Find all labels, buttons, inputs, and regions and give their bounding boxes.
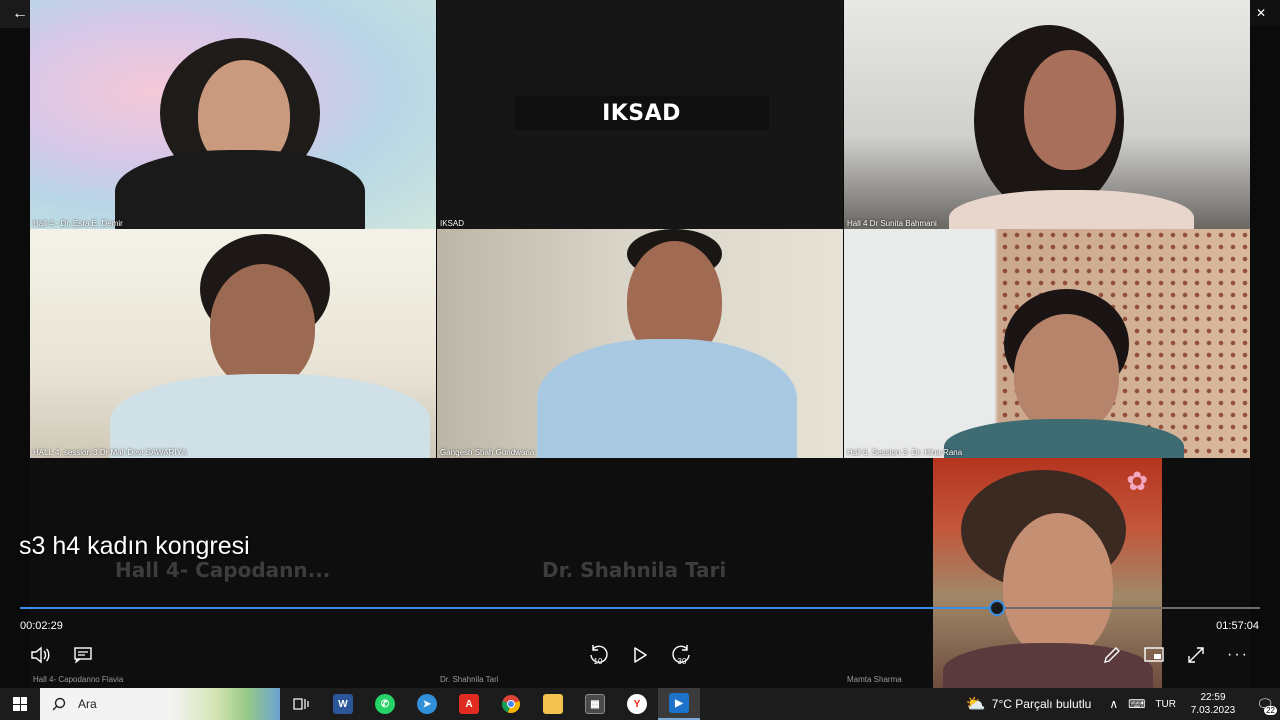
taskbar-calculator[interactable]: ▦ — [574, 688, 616, 720]
calculator-icon: ▦ — [585, 694, 605, 714]
face-shape — [1014, 314, 1119, 434]
forward-30-button[interactable]: 30 — [668, 641, 696, 669]
face-shape — [210, 264, 315, 389]
search-highlight-image — [170, 688, 280, 720]
fullscreen-icon — [1188, 647, 1204, 663]
edit-button[interactable] — [1098, 641, 1126, 669]
windows-taskbar: Ara W ✆ ➤ A ▦ Y ▶ ⛅ 7°C Parçalı bulutlu … — [0, 688, 1280, 720]
more-options-button[interactable]: ··· — [1224, 641, 1252, 669]
chrome-icon — [501, 695, 521, 714]
body-shape — [115, 150, 365, 229]
participant-name: Hall 4- Capodanno Flavia — [33, 675, 124, 684]
ghost-participant-name: Dr. Shahnila Tari — [542, 558, 727, 582]
participant-name: Hall 4 - Dr. Esra E. Demir — [33, 219, 123, 228]
participant-name: HALL 4, session 3 Dr Mali Devi SAWARIYA — [33, 448, 187, 457]
taskbar-word[interactable]: W — [322, 688, 364, 720]
fullscreen-button[interactable] — [1182, 641, 1210, 669]
ellipsis-icon: ··· — [1227, 646, 1249, 663]
participant-name: Dr. Shahnila Tari — [440, 675, 499, 684]
keyboard-icon[interactable]: ⌨ — [1128, 697, 1145, 711]
video-tile-sunita-bahmani: Hall 4 Dr Sunita Bahmani — [844, 0, 1250, 229]
taskbar-telegram[interactable]: ➤ — [406, 688, 448, 720]
video-tile-iksad: IKSAD IKSAD — [437, 0, 843, 229]
subtitles-button[interactable] — [69, 641, 97, 669]
volume-icon — [31, 646, 50, 664]
pencil-icon — [1104, 647, 1120, 663]
task-view-icon — [293, 698, 309, 710]
start-button[interactable] — [0, 688, 40, 720]
current-time: 00:02:29 — [20, 620, 63, 632]
play-icon — [634, 647, 647, 663]
taskbar-media-player[interactable]: ▶ — [658, 688, 700, 720]
iksad-logo-text: IKSAD — [602, 100, 681, 126]
show-hidden-icons-chevron-icon[interactable]: ∧ — [1109, 697, 1118, 711]
rewind-10-button[interactable]: 10 — [584, 641, 612, 669]
language-indicator[interactable]: TUR — [1155, 699, 1176, 710]
clock-date: 7.03.2023 — [1190, 705, 1236, 716]
seek-bar-thumb[interactable] — [989, 600, 1006, 616]
notification-count: 22 — [1264, 706, 1277, 715]
folder-icon — [543, 694, 563, 714]
video-title: s3 h4 kadın kongresi — [19, 532, 250, 560]
search-icon — [52, 697, 66, 711]
system-tray: ⛅ 7°C Parçalı bulutlu ∧ ⌨ TUR 22:59 7.03… — [956, 688, 1280, 720]
telegram-icon: ➤ — [417, 694, 437, 714]
participant-name: Hall 4 Dr Sunita Bahmani — [847, 219, 937, 228]
face-shape — [1003, 513, 1113, 658]
body-shape — [537, 339, 797, 458]
seek-bar-progress — [20, 607, 998, 609]
iksad-banner: IKSAD — [514, 96, 769, 130]
taskbar-search[interactable]: Ara — [40, 688, 280, 720]
taskbar-file-explorer[interactable] — [532, 688, 574, 720]
subtitles-icon — [74, 647, 92, 664]
back-arrow-icon: ← — [12, 5, 28, 22]
video-tile-hina-rana: Hall 6, Session 3- Dr. Hina Rana — [844, 229, 1250, 458]
task-view-button[interactable] — [280, 688, 322, 720]
video-tile-mali-devi-sawariya: HALL 4, session 3 Dr Mali Devi SAWARIYA — [30, 229, 436, 458]
weather-text: 7°C Parçalı bulutlu — [991, 697, 1092, 711]
participant-name: Mamta Sharma — [847, 675, 902, 684]
video-tile-gangesh-shah: Gangesh Shah Gondwana — [437, 229, 843, 458]
play-button[interactable] — [626, 641, 654, 669]
acrobat-icon: A — [459, 694, 479, 714]
taskbar-yandex[interactable]: Y — [616, 688, 658, 720]
total-time: 01:57:04 — [1216, 620, 1259, 632]
word-icon: W — [333, 694, 353, 714]
media-player-icon: ▶ — [669, 693, 689, 713]
taskbar-chrome[interactable] — [490, 688, 532, 720]
media-player-window: ← — ❐ ✕ Hall 4 - Dr. Esra E. Demir IKSAD… — [0, 0, 1280, 720]
taskbar-acrobat[interactable]: A — [448, 688, 490, 720]
body-shape — [110, 374, 430, 458]
whatsapp-icon: ✆ — [375, 694, 395, 714]
video-tile-esra-demir: Hall 4 - Dr. Esra E. Demir — [30, 0, 436, 229]
taskbar-whatsapp[interactable]: ✆ — [364, 688, 406, 720]
participant-name: IKSAD — [440, 219, 465, 228]
participant-name: Hall 6, Session 3- Dr. Hina Rana — [847, 448, 963, 457]
volume-button[interactable] — [26, 641, 54, 669]
participant-name: Gangesh Shah Gondwana — [440, 448, 535, 457]
miniplayer-icon — [1144, 647, 1164, 662]
face-shape — [1024, 50, 1116, 170]
windows-logo-icon — [13, 697, 27, 711]
seek-bar[interactable] — [20, 600, 1260, 616]
ghost-participant-name: Hall 4- Capodann... — [115, 558, 331, 582]
weather-widget[interactable]: ⛅ 7°C Parçalı bulutlu — [966, 694, 1091, 714]
yandex-browser-icon: Y — [627, 694, 647, 714]
forward-seconds: 30 — [677, 657, 687, 666]
notification-center-button[interactable]: 🗨 22 — [1250, 688, 1280, 720]
taskbar-clock[interactable]: 22:59 7.03.2023 — [1186, 691, 1240, 717]
search-placeholder: Ara — [78, 697, 97, 711]
miniplayer-button[interactable] — [1140, 641, 1168, 669]
video-tile-mamta-sharma: ✿ — [933, 458, 1162, 688]
flower-decoration-icon: ✿ — [1126, 466, 1148, 496]
rewind-seconds: 10 — [593, 657, 603, 666]
body-shape — [949, 190, 1194, 229]
clock-time: 22:59 — [1200, 692, 1226, 703]
partly-cloudy-icon: ⛅ — [965, 696, 986, 713]
